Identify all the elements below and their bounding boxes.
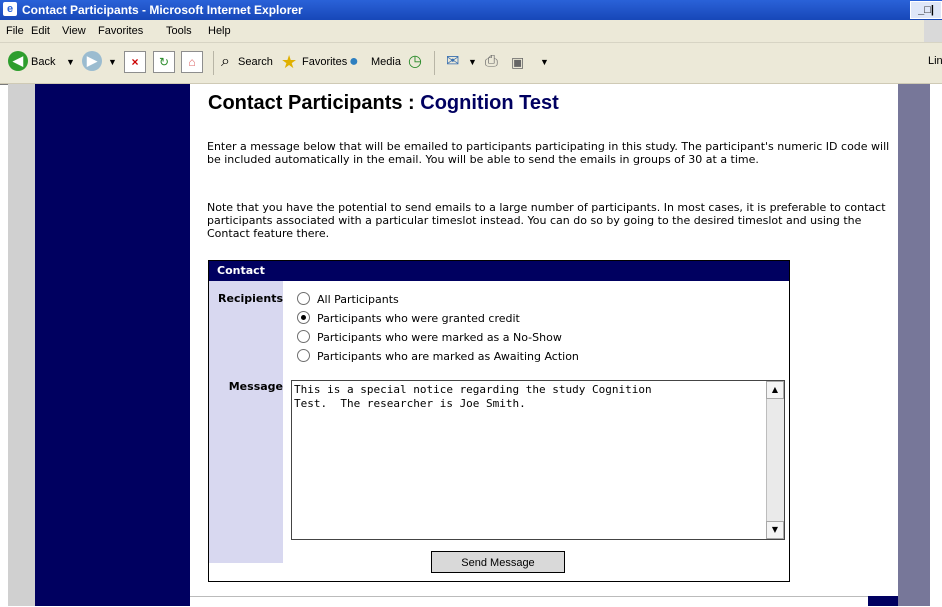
note-paragraph: Note that you have the potential to send… xyxy=(207,201,886,240)
window-title: Contact Participants - Microsoft Interne… xyxy=(22,3,303,17)
menu-help[interactable]: Help xyxy=(208,25,231,37)
study-name: Cognition Test xyxy=(420,92,559,114)
contact-panel: Contact Recipients Message All Participa… xyxy=(208,260,790,582)
message-scrollbar[interactable]: ▲ ▼ xyxy=(766,381,784,539)
recipient-option-all[interactable]: All Participants xyxy=(297,292,399,308)
toolbar-separator xyxy=(434,51,435,75)
option-label: All Participants xyxy=(317,293,399,306)
forward-icon[interactable]: ▶ xyxy=(82,51,102,71)
edit-dropdown-icon[interactable]: ▼ xyxy=(540,52,549,72)
menu-favorites[interactable]: Favorites xyxy=(98,25,143,37)
window-controls[interactable]: _□| xyxy=(910,1,942,19)
footer-accent xyxy=(868,596,898,606)
toolbar: ◀ Back ▼ ▶ ▼ × ↻ ⌂ ⌕ Search ★ Favorites … xyxy=(0,43,942,84)
label-column xyxy=(209,281,283,563)
right-frame-border xyxy=(930,84,942,606)
windows-logo-icon xyxy=(924,20,942,42)
mail-dropdown-icon[interactable]: ▼ xyxy=(468,52,477,72)
history-icon[interactable]: ◷ xyxy=(408,52,422,72)
back-button-label[interactable]: Back xyxy=(31,52,55,72)
media-button[interactable]: Media xyxy=(371,52,401,72)
left-frame-border xyxy=(8,84,35,606)
mail-icon[interactable]: ✉ xyxy=(446,52,459,72)
favorites-icon[interactable]: ★ xyxy=(281,52,297,72)
back-dropdown-icon[interactable]: ▼ xyxy=(66,52,75,72)
option-label: Participants who were marked as a No-Sho… xyxy=(317,331,562,344)
menu-tools[interactable]: Tools xyxy=(166,25,192,37)
toolbar-separator xyxy=(213,51,214,75)
menu-bar: File Edit View Favorites Tools Help xyxy=(0,20,942,43)
ie-icon: e xyxy=(3,2,17,16)
radio-button[interactable] xyxy=(297,330,310,343)
forward-dropdown-icon[interactable]: ▼ xyxy=(108,52,117,72)
contact-panel-header: Contact xyxy=(209,261,789,281)
left-sidebar xyxy=(35,84,190,606)
menu-file[interactable]: File xyxy=(6,25,24,37)
right-sidebar xyxy=(898,84,930,606)
option-label: Participants who were granted credit xyxy=(317,312,520,325)
scroll-down-icon[interactable]: ▼ xyxy=(766,521,784,539)
favorites-button[interactable]: Favorites xyxy=(302,52,347,72)
footer-divider xyxy=(190,596,868,607)
search-icon[interactable]: ⌕ xyxy=(221,52,230,72)
send-message-button[interactable]: Send Message xyxy=(431,551,565,573)
option-label: Participants who are marked as Awaiting … xyxy=(317,350,579,363)
message-text[interactable]: This is a special notice regarding the s… xyxy=(294,383,764,533)
radio-button[interactable] xyxy=(297,311,310,324)
message-textarea[interactable]: This is a special notice regarding the s… xyxy=(291,380,785,540)
recipient-option-credit[interactable]: Participants who were granted credit xyxy=(297,311,520,327)
edit-icon[interactable]: ▣ xyxy=(511,52,524,72)
print-icon[interactable]: ⎙ xyxy=(485,52,498,72)
radio-button[interactable] xyxy=(297,292,310,305)
page-title-prefix: Contact Participants : xyxy=(208,92,421,114)
recipient-option-no-show[interactable]: Participants who were marked as a No-Sho… xyxy=(297,330,562,346)
page-title: Contact Participants : Cognition Test xyxy=(208,92,559,115)
radio-button[interactable] xyxy=(297,349,310,362)
intro-paragraph: Enter a message below that will be email… xyxy=(207,140,890,166)
media-icon[interactable]: ● xyxy=(349,52,359,72)
recipients-label: Recipients xyxy=(218,292,283,305)
back-icon[interactable]: ◀ xyxy=(8,51,28,71)
refresh-icon[interactable]: ↻ xyxy=(153,51,175,73)
recipient-option-awaiting[interactable]: Participants who are marked as Awaiting … xyxy=(297,349,579,365)
home-icon[interactable]: ⌂ xyxy=(181,51,203,73)
search-button[interactable]: Search xyxy=(238,52,273,72)
menu-view[interactable]: View xyxy=(62,25,86,37)
menu-edit[interactable]: Edit xyxy=(31,25,50,37)
links-label[interactable]: Link xyxy=(928,55,942,67)
stop-icon[interactable]: × xyxy=(124,51,146,73)
scroll-up-icon[interactable]: ▲ xyxy=(766,381,784,399)
message-label: Message xyxy=(228,380,283,393)
title-bar: e Contact Participants - Microsoft Inter… xyxy=(0,0,942,20)
